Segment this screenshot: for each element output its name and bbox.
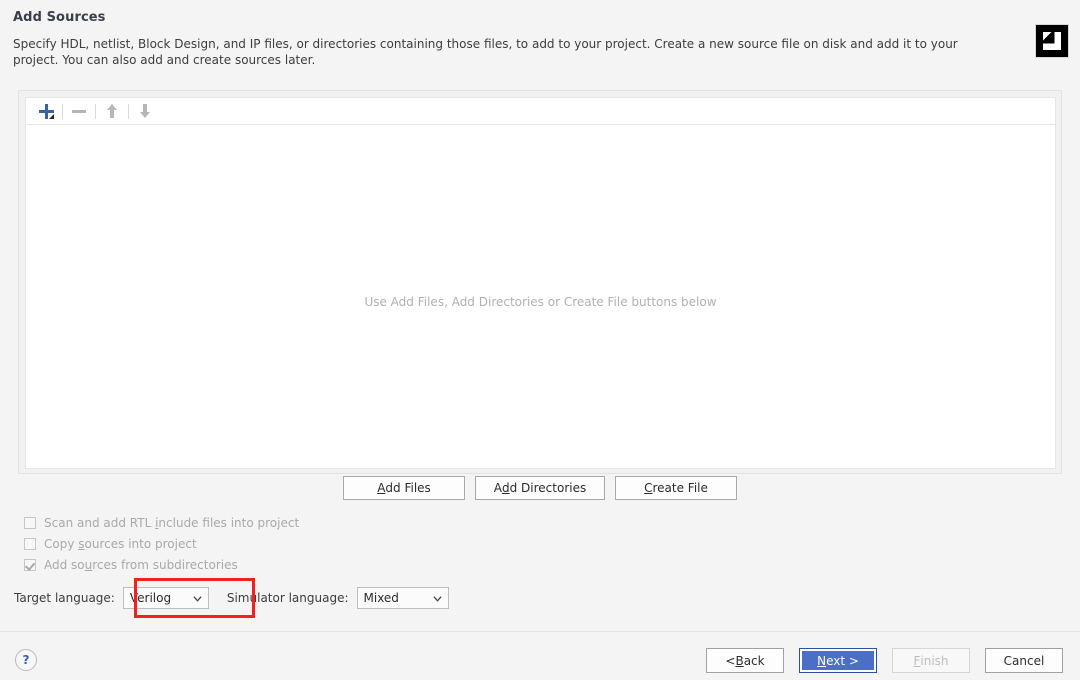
empty-list-hint: Use Add Files, Add Directories or Create… — [364, 295, 717, 309]
amd-vivado-logo-icon — [1035, 24, 1069, 58]
simulator-language-combo[interactable]: Mixed — [356, 587, 449, 609]
label-mnemonic: d — [501, 481, 510, 495]
label-post: dd Files — [385, 481, 431, 495]
help-button[interactable]: ? — [15, 649, 37, 671]
add-directories-button[interactable]: Add Directories — [475, 476, 605, 500]
checkbox-icon[interactable] — [24, 558, 36, 571]
move-down-button[interactable] — [132, 99, 158, 123]
next-button[interactable]: Next > — [799, 648, 877, 673]
source-options: Scan and add RTL include files into proj… — [24, 512, 299, 575]
dialog-header: Add Sources Specify HDL, netlist, Block … — [0, 0, 1080, 86]
target-language-label: Target language: — [14, 591, 115, 605]
arrow-up-icon — [107, 104, 117, 118]
sources-file-list[interactable]: Use Add Files, Add Directories or Create… — [25, 125, 1056, 469]
page-description: Specify HDL, netlist, Block Design, and … — [13, 37, 958, 67]
add-dropdown-button[interactable] — [33, 99, 59, 123]
footer-divider — [0, 631, 1080, 632]
minus-icon — [72, 109, 86, 113]
option-label: Copy sources into project — [44, 536, 197, 551]
sources-toolbar — [25, 97, 1056, 125]
remove-button[interactable] — [66, 99, 92, 123]
checkbox-icon[interactable] — [24, 537, 36, 550]
chevron-down-icon — [193, 595, 202, 602]
arrow-down-icon — [140, 104, 150, 118]
label-post: d Directories — [509, 481, 587, 495]
cancel-button[interactable]: Cancel — [985, 648, 1063, 673]
target-language-value: Verilog — [129, 591, 172, 605]
sources-panel: Use Add Files, Add Directories or Create… — [18, 90, 1062, 474]
option-add-subdirectories[interactable]: Add sources from subdirectories — [24, 554, 299, 575]
checkbox-icon[interactable] — [24, 516, 36, 529]
toolbar-separator — [95, 103, 96, 119]
toolbar-separator — [128, 103, 129, 119]
source-action-buttons: Add Files Add Directories Create File — [0, 476, 1080, 500]
page-title: Add Sources — [13, 10, 106, 25]
create-file-button[interactable]: Create File — [615, 476, 737, 500]
simulator-language-label: Simulator language: — [226, 591, 349, 605]
option-label: Scan and add RTL include files into proj… — [44, 515, 300, 530]
label-mnemonic: C — [644, 481, 653, 495]
language-settings-row: Target language: Verilog Simulator langu… — [14, 586, 449, 610]
add-files-button[interactable]: Add Files — [343, 476, 465, 500]
option-copy-sources[interactable]: Copy sources into project — [24, 533, 299, 554]
simulator-language-value: Mixed — [363, 591, 399, 605]
target-language-combo[interactable]: Verilog — [122, 587, 209, 609]
toolbar-separator — [62, 103, 63, 119]
wizard-navigation: < Back Next > Finish Cancel — [706, 648, 1063, 673]
help-icon: ? — [22, 653, 30, 667]
finish-button: Finish — [892, 648, 970, 673]
move-up-button[interactable] — [99, 99, 125, 123]
chevron-down-icon — [432, 595, 442, 602]
label-mnemonic: A — [377, 481, 386, 495]
back-button[interactable]: < Back — [706, 648, 784, 673]
plus-with-dropdown-icon — [38, 103, 55, 120]
label-pre: A — [493, 481, 502, 495]
option-label: Add sources from subdirectories — [44, 557, 238, 572]
option-scan-rtl-include[interactable]: Scan and add RTL include files into proj… — [24, 512, 299, 533]
label-post: reate File — [652, 481, 708, 495]
